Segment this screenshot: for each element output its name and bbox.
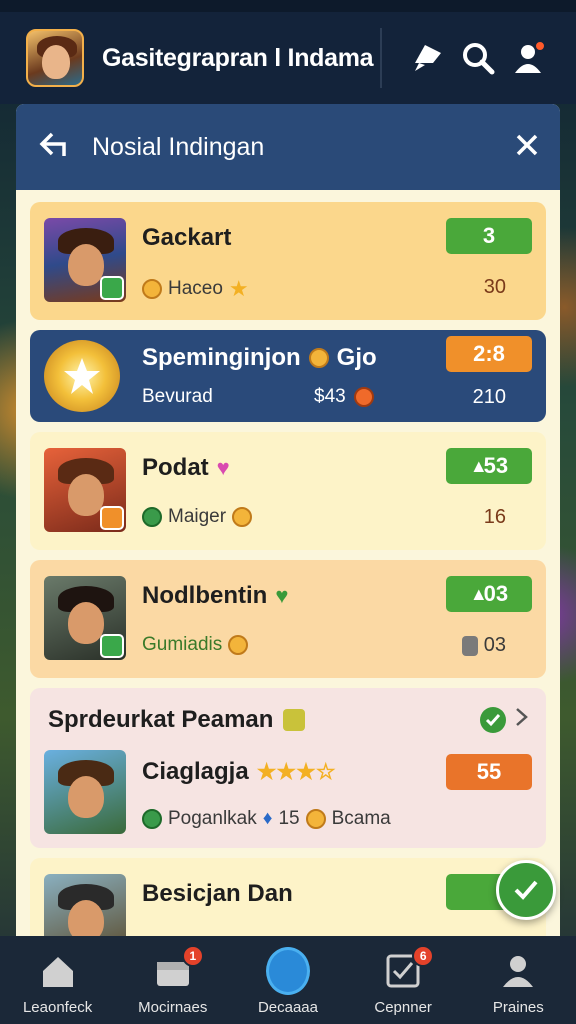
coin-icon — [308, 348, 329, 368]
player-portrait — [44, 750, 126, 834]
list-item-highlight[interactable]: Speminginjon Gjo Bevurad $43 2:8 210 — [30, 330, 546, 422]
nav-label: Mocirnaes — [138, 999, 208, 1016]
edit-icon — [100, 506, 124, 530]
chat-pin-icon[interactable] — [406, 36, 450, 80]
cost-value: $43 — [314, 386, 374, 408]
star-icon: ★★★☆ — [256, 759, 336, 784]
check-icon[interactable] — [480, 706, 506, 733]
right-value: 03 — [461, 634, 506, 657]
nav-item-home[interactable]: Leaonfeck — [3, 949, 113, 1016]
app-title: Gasitegrapran l Indama — [102, 43, 374, 72]
profile-icon — [496, 949, 540, 993]
nav-item-messages[interactable]: 1 Mocirnaes — [118, 945, 228, 1016]
section-title: Sprdeurkat Peaman — [48, 706, 306, 734]
shield-icon — [100, 276, 124, 300]
player-name: Speminginjon Gjo — [142, 344, 377, 371]
coin-icon — [228, 635, 249, 655]
list-item[interactable]: Besicjan Dan 10 — [30, 858, 546, 936]
player-name: Podat ♥ — [142, 454, 230, 481]
list-item[interactable]: Podat ♥ Maiger ▲ 53 16 — [30, 432, 546, 550]
chevron-right-icon[interactable] — [514, 706, 530, 733]
social-panel: Nosial Indingan Gackart Haceo ★ 3 30 Spe… — [16, 104, 560, 936]
trophy-icon — [283, 709, 306, 731]
nav-item-tasks[interactable]: 6 Cepnner — [348, 945, 458, 1016]
player-name: Nodlbentin ♥ — [142, 582, 289, 609]
home-icon — [36, 949, 80, 993]
section-card: Sprdeurkat Peaman Ciaglagja ★★★☆ Poganlk… — [30, 688, 546, 848]
user-avatar[interactable] — [26, 29, 84, 87]
player-portrait — [44, 218, 126, 302]
bottom-nav: Leaonfeck 1 Mocirnaes Decaaaa 6 Cepnner … — [0, 936, 576, 1024]
top-bar: Gasitegrapran l Indama — [0, 12, 576, 104]
player-name: Gackart — [142, 224, 232, 251]
status-icon — [142, 809, 162, 829]
notification-dot — [534, 40, 546, 52]
score-badge: ▲ 53 — [446, 448, 532, 484]
status-icon — [142, 507, 162, 527]
heart-icon: ♥ — [216, 455, 230, 480]
back-arrow-icon[interactable] — [36, 128, 70, 167]
player-sub: Bevurad — [142, 386, 213, 407]
coin-icon — [305, 809, 326, 829]
heart-icon: ♥ — [275, 583, 289, 608]
status-bar — [0, 0, 576, 12]
panel-title: Nosial Indingan — [92, 132, 265, 161]
list-item[interactable]: Nodlbentin ♥ Gumiadis ▲ 03 03 — [30, 560, 546, 678]
score-badge: 2:8 — [446, 336, 532, 372]
player-sub: Haceo ★ — [142, 276, 249, 302]
profile-icon[interactable] — [506, 36, 550, 80]
close-icon[interactable] — [514, 132, 540, 163]
section-controls — [480, 706, 530, 733]
right-value: 30 — [483, 276, 506, 298]
nav-item-center[interactable]: Decaaaa — [233, 947, 343, 1016]
right-value: 16 — [483, 506, 506, 528]
nav-label: Cepnner — [374, 999, 432, 1016]
score-badge: ▲ 03 — [446, 576, 532, 612]
score-badge: 55 — [446, 754, 532, 790]
panel-header: Nosial Indingan — [16, 104, 560, 190]
panel-body: Gackart Haceo ★ 3 30 Speminginjon Gjo Be… — [16, 190, 560, 936]
lock-icon — [461, 635, 478, 656]
star-icon: ★ — [228, 276, 249, 301]
coin-icon — [142, 279, 162, 299]
nav-badge: 1 — [181, 945, 204, 967]
player-portrait — [44, 448, 126, 532]
gold-star-icon — [44, 340, 120, 412]
nav-item-profile[interactable]: Praines — [463, 949, 573, 1016]
player-sub: Poganlkak ♦ 15 Bcama — [142, 808, 391, 830]
confirm-fab-button[interactable] — [496, 860, 556, 920]
sword-icon — [265, 947, 310, 995]
score-badge: 3 — [446, 218, 532, 254]
nav-label: Decaaaa — [257, 999, 318, 1016]
player-name: Ciaglagja ★★★☆ — [142, 758, 336, 785]
player-name: Besicjan Dan — [142, 880, 293, 907]
shield-icon — [100, 634, 124, 658]
player-sub: Maiger — [142, 506, 253, 528]
thumb-icon: ♦ — [262, 808, 273, 829]
nav-label: Leaonfeck — [22, 999, 93, 1016]
coin-icon — [232, 507, 253, 527]
player-sub: Gumiadis — [142, 634, 249, 656]
search-icon[interactable] — [456, 36, 500, 80]
gem-icon — [353, 387, 374, 407]
right-value: 210 — [472, 386, 506, 408]
player-portrait — [44, 576, 126, 660]
player-portrait — [44, 874, 126, 936]
top-divider — [380, 28, 382, 88]
nav-badge: 6 — [412, 945, 435, 967]
list-item[interactable]: Gackart Haceo ★ 3 30 — [30, 202, 546, 320]
nav-label: Praines — [492, 999, 544, 1016]
